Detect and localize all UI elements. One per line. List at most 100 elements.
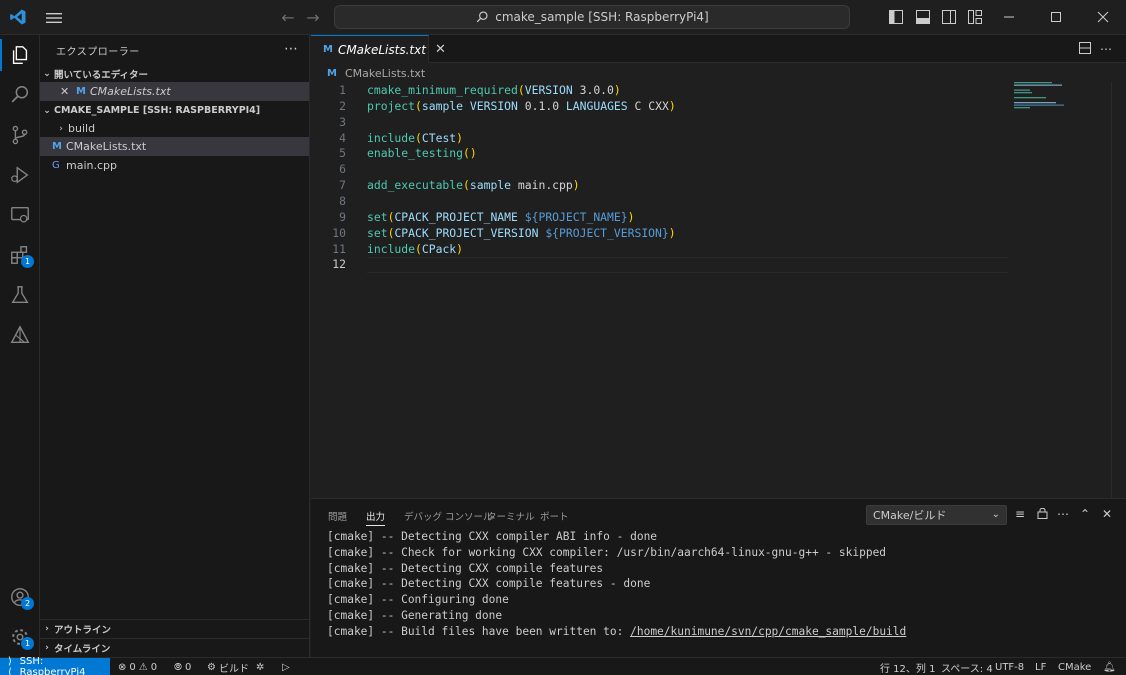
output-text: [cmake] -- Detecting CXX compiler ABI in…	[327, 530, 658, 543]
remote-explorer-icon[interactable]	[0, 195, 40, 235]
open-editor-label: CMakeLists.txt	[90, 85, 171, 98]
tab-output[interactable]: 出力	[366, 509, 386, 526]
ports-status[interactable]: ⦾ 0	[174, 660, 191, 674]
tab-debug-console[interactable]: デバッグ コンソール	[404, 509, 493, 523]
code-text: set(CPACK_PROJECT_VERSION ${PROJECT_VERS…	[367, 225, 676, 241]
close-tab-icon[interactable]: ✕	[435, 42, 446, 57]
cursor-position[interactable]: 行 12、列 1	[880, 660, 935, 675]
source-control-icon[interactable]	[0, 115, 40, 155]
more-actions-icon[interactable]: ⋯	[1056, 507, 1070, 521]
extensions-icon[interactable]: 1	[0, 235, 40, 275]
open-editors-section[interactable]: ⌄ 開いているエディター	[40, 64, 309, 83]
code-line[interactable]: 9 set(CPACK_PROJECT_NAME ${PROJECT_NAME})	[311, 209, 1011, 225]
output-channel-select[interactable]: CMake/ビルド ⌄	[866, 505, 1007, 525]
problems-status[interactable]: ⊗ 0 ⚠ 0	[118, 660, 157, 674]
code-line[interactable]: 8	[311, 193, 1011, 209]
open-editor-item[interactable]: ✕ M CMakeLists.txt	[40, 82, 309, 101]
status-bar: ⟩⟨ SSH: RaspberryPi4 ⊗ 0 ⚠ 0 ⦾ 0 ⚙ ビルド ✲…	[0, 656, 1126, 675]
code-token: set	[367, 225, 388, 240]
timeline-section[interactable]: › タイムライン	[40, 638, 309, 657]
tab-label: CMakeLists.txt	[337, 42, 426, 57]
customize-layout-icon[interactable]	[967, 9, 983, 25]
more-actions-icon[interactable]: ⋯	[284, 41, 298, 57]
run-debug-icon[interactable]	[0, 155, 40, 195]
maximize-button[interactable]	[1033, 0, 1079, 34]
back-icon[interactable]: ←	[279, 9, 297, 27]
close-icon[interactable]: ✕	[60, 85, 76, 98]
code-text: project(sample VERSION 0.1.0 LANGUAGES C…	[367, 98, 676, 114]
code-token: CPack	[421, 241, 457, 256]
editor-scrollbar[interactable]	[1111, 82, 1112, 498]
accounts-icon[interactable]: 2	[0, 577, 40, 617]
m-icon: M	[76, 86, 86, 97]
toggle-secondary-sidebar-icon[interactable]	[941, 9, 957, 25]
code-line[interactable]: 5 enable_testing()	[311, 145, 1011, 161]
code-line[interactable]: 12	[311, 256, 1011, 272]
code-line[interactable]: 4 include(CTest)	[311, 130, 1011, 146]
code-line[interactable]: 1 cmake_minimum_required(VERSION 3.0.0)	[311, 82, 1011, 98]
tree-item-cmakelists[interactable]: M CMakeLists.txt	[40, 137, 309, 156]
code-line[interactable]: 11 include(CPack)	[311, 241, 1011, 257]
run-icon[interactable]: ▷	[282, 660, 290, 674]
debug-icon[interactable]: ✲	[256, 660, 264, 674]
testing-icon[interactable]	[0, 275, 40, 315]
tab-ports[interactable]: ポート	[540, 509, 569, 523]
code-token: sample	[421, 98, 464, 113]
ports-count: 0	[185, 661, 192, 673]
lock-icon[interactable]	[1035, 507, 1049, 521]
code-line[interactable]: 3	[311, 114, 1011, 130]
settings-gear-icon[interactable]: 1	[0, 617, 40, 657]
code-editor[interactable]: 1 cmake_minimum_required(VERSION 3.0.0) 2 p…	[311, 82, 1126, 498]
search-text: cmake_sample [SSH: RaspberryPi4]	[495, 10, 709, 24]
line-number: 5	[339, 146, 346, 161]
language-mode[interactable]: CMake	[1058, 660, 1091, 674]
code-line[interactable]: 10 set(CPACK_PROJECT_VERSION ${PROJECT_VE…	[311, 225, 1011, 241]
tab-problems[interactable]: 問題	[328, 509, 347, 523]
command-center-search[interactable]: cmake_sample [SSH: RaspberryPi4]	[334, 5, 850, 29]
warning-count: 0	[150, 661, 158, 673]
code-line[interactable]: 2 project(sample VERSION 0.1.0 LANGUAGES …	[311, 98, 1011, 114]
more-actions-icon[interactable]: ⋯	[1099, 42, 1113, 56]
code-line[interactable]: 7 add_executable(sample main.cpp)	[311, 177, 1011, 193]
minimap[interactable]	[1014, 82, 1074, 112]
code-token: VERSION	[469, 98, 518, 113]
code-text: cmake_minimum_required(VERSION 3.0.0)	[367, 82, 621, 98]
remote-indicator[interactable]: ⟩⟨ SSH: RaspberryPi4	[0, 656, 110, 675]
minimize-button[interactable]	[986, 0, 1032, 34]
maximize-panel-icon[interactable]: ⌃	[1078, 507, 1092, 521]
timeline-label: タイムライン	[54, 644, 111, 655]
indentation-status[interactable]: スペース: 4	[941, 660, 993, 675]
search-view-icon[interactable]	[0, 75, 40, 115]
menu-icon[interactable]	[44, 8, 64, 28]
tab-cmakelists[interactable]: M CMakeLists.txt ✕	[311, 35, 446, 63]
eol-status[interactable]: LF	[1035, 660, 1046, 674]
breadcrumb[interactable]: M CMakeLists.txt	[311, 64, 425, 82]
toggle-primary-sidebar-icon[interactable]	[888, 9, 904, 25]
output-text: [cmake] -- Detecting CXX compile feature…	[327, 577, 651, 591]
split-editor-icon[interactable]	[1078, 42, 1092, 56]
code-token: add_executable	[367, 178, 464, 193]
m-icon: M	[323, 44, 333, 55]
word-wrap-icon[interactable]: ≡	[1013, 507, 1027, 521]
chevron-down-icon: ⌄	[43, 68, 51, 79]
code-line[interactable]: 6	[311, 161, 1011, 177]
explorer-icon[interactable]	[0, 35, 40, 75]
workspace-folder-section[interactable]: ⌄ CMAKE_SAMPLE [SSH: RASPBERRYPI4]	[40, 101, 309, 120]
cmake-icon[interactable]	[0, 315, 40, 355]
code-token: include	[367, 130, 416, 145]
close-window-button[interactable]	[1080, 0, 1126, 34]
code-token: )	[613, 83, 621, 97]
notifications-icon[interactable]: 🔔︎	[1103, 660, 1116, 674]
build-status[interactable]: ⚙ ビルド	[207, 660, 249, 675]
tab-terminal[interactable]: ターミナル	[487, 509, 535, 523]
breadcrumb-label: CMakeLists.txt	[345, 66, 426, 80]
outline-section[interactable]: › アウトライン	[40, 619, 309, 638]
forward-icon[interactable]: →	[304, 9, 322, 27]
tree-item-build[interactable]: › build	[40, 119, 309, 138]
output-path-link[interactable]: /home/kunimune/svn/cpp/cmake_sample/buil…	[630, 625, 906, 638]
tree-item-main-cpp[interactable]: G main.cpp	[40, 156, 309, 175]
toggle-panel-icon[interactable]	[915, 9, 931, 25]
close-panel-icon[interactable]: ✕	[1100, 507, 1114, 521]
encoding-status[interactable]: UTF-8	[995, 660, 1024, 674]
code-token: )	[627, 209, 635, 224]
